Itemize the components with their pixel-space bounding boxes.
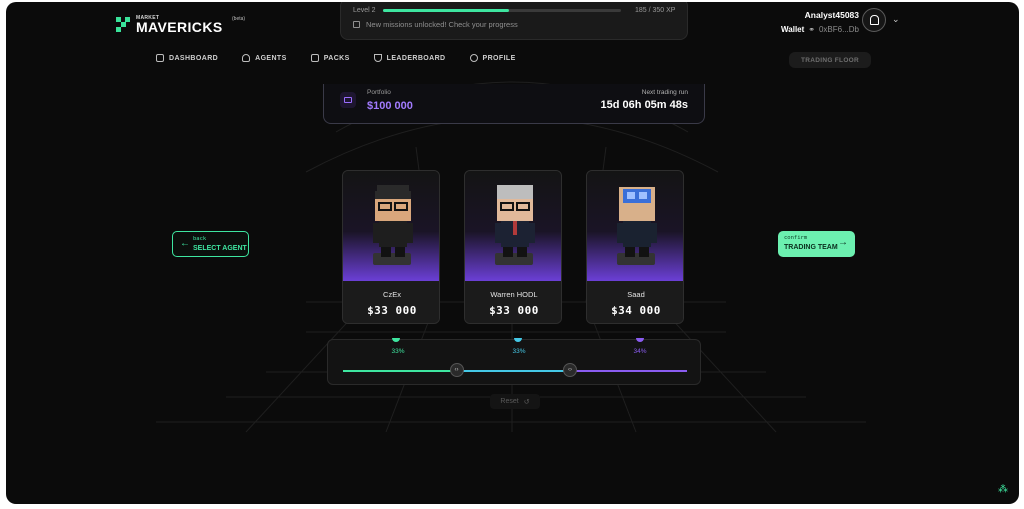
nav-item-label: DASHBOARD: [169, 54, 219, 62]
agent-avatar-czex: [373, 185, 413, 257]
wallet-address[interactable]: 0xBF6...Db: [819, 25, 859, 34]
agent-info: Warren HODL $33 000: [465, 281, 561, 323]
back-select-agent-button[interactable]: ← back SELECT AGENT: [172, 231, 249, 257]
back-label: SELECT AGENT: [193, 245, 247, 252]
allocation-percent-czex: 33%: [391, 348, 405, 355]
agent-price: $34 000: [611, 304, 661, 317]
trophy-icon: [373, 54, 382, 62]
fingerprint-icon[interactable]: ⁂: [998, 484, 1008, 495]
nav-item-dashboard[interactable]: DASHBOARD: [156, 54, 218, 62]
allocation-segment: [343, 370, 457, 372]
nav-item-label: PROFILE: [482, 54, 516, 62]
nav-item-agents[interactable]: AGENTS: [242, 54, 287, 62]
allocation-dot: [392, 338, 400, 342]
dashboard-icon: [156, 54, 164, 62]
wallet-icon: [340, 92, 356, 108]
agent-art: [587, 171, 683, 281]
nav-item-label: PACKS: [323, 54, 350, 62]
agent-art: [465, 171, 561, 281]
link-icon: ⚭: [808, 25, 815, 34]
allocation-handle[interactable]: ‹›: [449, 363, 464, 377]
brand-name: MAVERICKS: [136, 19, 223, 35]
allocation-handle[interactable]: ‹›: [563, 363, 578, 377]
portfolio-value: $100 000: [367, 100, 413, 112]
avatar-button[interactable]: [862, 8, 886, 32]
allocation-segment: [570, 370, 687, 372]
brand-tag: (beta): [232, 16, 246, 22]
portfolio-label: Portfolio: [367, 89, 391, 96]
arrow-right-icon: →: [838, 237, 848, 248]
arrow-left-icon: ←: [180, 238, 190, 249]
mission-icon: [353, 21, 360, 28]
allocation-slider[interactable]: [343, 370, 687, 372]
agent-price: $33 000: [367, 304, 417, 317]
app-frame: MARKET MAVERICKS (beta) Level 2 185 / 35…: [6, 2, 1019, 504]
trading-floor-button[interactable]: TRADING FLOOR: [789, 52, 871, 68]
wallet-label: Wallet: [781, 25, 805, 34]
agents-icon: [242, 54, 251, 62]
allocation-percent-saad: 34%: [633, 348, 647, 355]
agent-info: Saad $34 000: [587, 281, 683, 323]
reset-button[interactable]: Reset ↺: [490, 394, 540, 409]
packs-icon: [310, 54, 319, 62]
xp-value: 185 / 350 XP: [635, 7, 676, 14]
confirm-trading-team-button[interactable]: confirm TRADING TEAM →: [778, 231, 855, 257]
back-small-label: back: [193, 236, 207, 242]
nav-item-label: AGENTS: [255, 54, 287, 62]
allocation-percent-warren-hodl: 33%: [512, 348, 526, 355]
user-name: Analyst45083: [804, 10, 859, 20]
agent-avatar-warren-hodl: [495, 185, 535, 257]
brand-wordmark: MARKET MAVERICKS (beta): [136, 15, 245, 35]
reset-icon: ↺: [523, 398, 530, 406]
profile-icon: [469, 54, 478, 62]
xp-level: Level 2: [353, 7, 376, 14]
agent-price: $33 000: [489, 304, 539, 317]
agent-card-warren-hodl[interactable]: Warren HODL $33 000: [464, 170, 562, 324]
reset-label: Reset: [500, 398, 519, 405]
agent-card-czex[interactable]: CzEx $33 000: [342, 170, 440, 324]
next-run-countdown: 15d 06h 05m 48s: [600, 99, 688, 111]
logo-icon: [116, 16, 130, 33]
avatar-icon: [869, 15, 879, 25]
allocation-panel: 33% 33% 34% ‹› ‹›: [327, 338, 701, 385]
next-run-label: Next trading run: [641, 89, 688, 96]
main-nav: DASHBOARD AGENTS PACKS LEADERBOARD PROFI…: [156, 54, 516, 62]
nav-item-label: LEADERBOARD: [386, 54, 446, 62]
confirm-label: TRADING TEAM: [784, 244, 838, 251]
agent-art: [343, 171, 439, 281]
allocation-segment: [456, 370, 571, 372]
agent-name: Warren HODL: [490, 290, 538, 299]
nav-item-leaderboard[interactable]: LEADERBOARD: [373, 54, 446, 62]
allocation-dot: [636, 338, 644, 342]
chevron-down-icon[interactable]: ⌄: [892, 14, 900, 25]
agent-info: CzEx $33 000: [343, 281, 439, 323]
user-info: Analyst45083 Wallet ⚭ 0xBF6...Db: [781, 10, 859, 34]
xp-progress-bar: [383, 9, 621, 12]
agent-card-saad[interactable]: Saad $34 000: [586, 170, 684, 324]
confirm-small-label: confirm: [784, 235, 808, 241]
agent-name: Saad: [627, 290, 645, 299]
agent-name: CzEx: [383, 290, 401, 299]
nav-item-profile[interactable]: PROFILE: [469, 54, 516, 62]
nav-item-packs[interactable]: PACKS: [310, 54, 350, 62]
agent-avatar-saad: [617, 187, 657, 257]
xp-panel[interactable]: Level 2 185 / 350 XP New missions unlock…: [340, 2, 688, 40]
wallet-row: Wallet ⚭ 0xBF6...Db: [781, 25, 859, 34]
allocation-dot: [514, 338, 522, 342]
xp-message-text: New missions unlocked! Check your progre…: [366, 20, 518, 29]
portfolio-bar: Portfolio $100 000 Next trading run 15d …: [323, 84, 705, 124]
xp-message: New missions unlocked! Check your progre…: [353, 20, 518, 29]
brand-logo[interactable]: MARKET MAVERICKS (beta): [116, 15, 245, 35]
